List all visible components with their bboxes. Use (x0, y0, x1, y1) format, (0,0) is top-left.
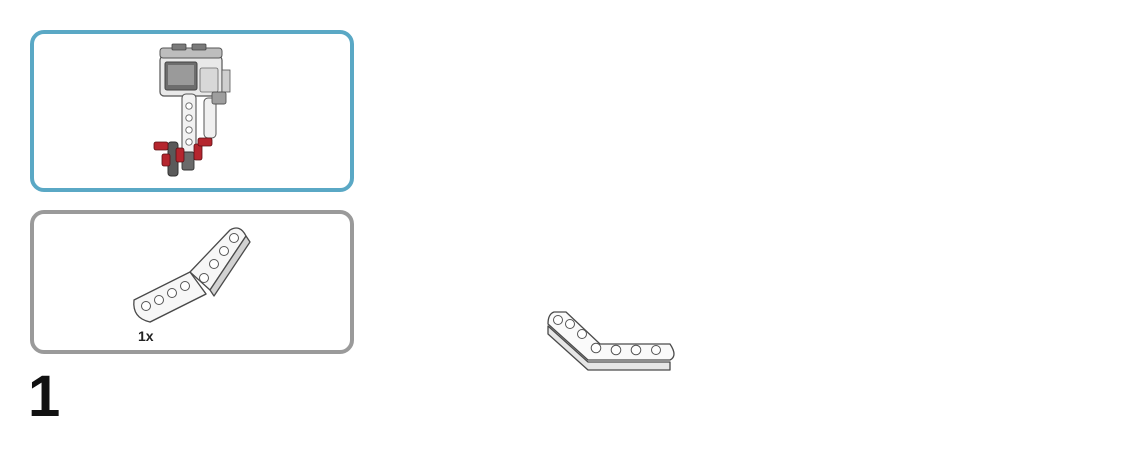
model-preview-panel (30, 30, 354, 192)
angled-beam-icon (133, 227, 251, 323)
assembly-part (540, 300, 682, 380)
step-number: 1 (28, 364, 61, 429)
partial-model-icon (153, 43, 231, 177)
angled-beam-icon (547, 311, 675, 371)
instruction-page: 1x 1 (0, 0, 1134, 468)
parts-list-panel: 1x (30, 210, 354, 354)
part-quantity: 1x (138, 328, 154, 344)
